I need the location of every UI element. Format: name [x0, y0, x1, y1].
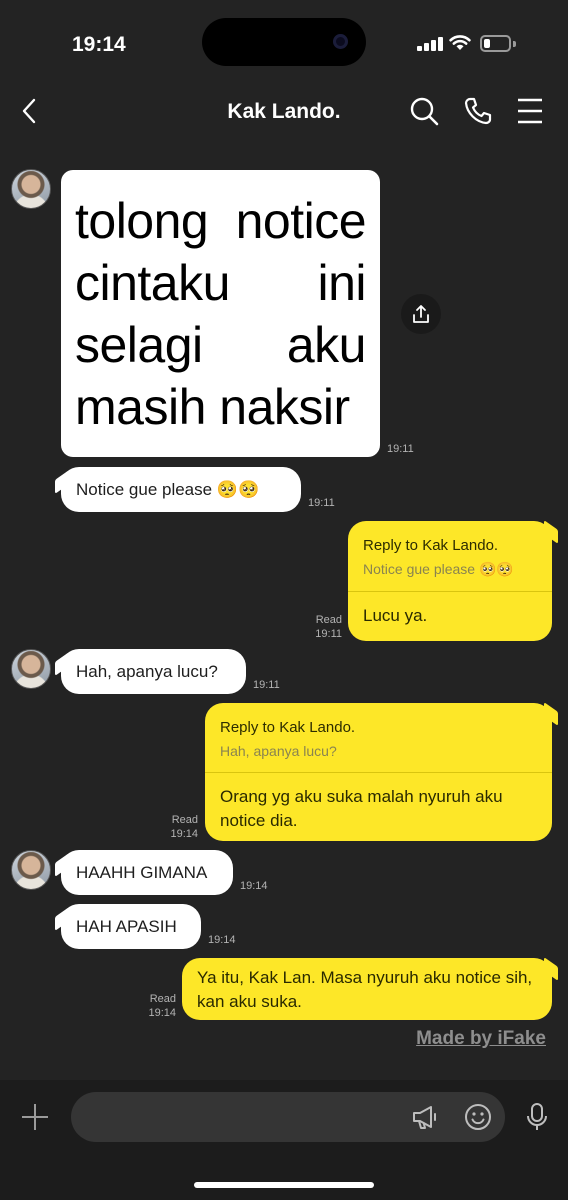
reply-quote: Notice gue please 🥺🥺	[363, 561, 514, 577]
message-time: 19:11	[308, 497, 335, 509]
phone-icon[interactable]	[463, 96, 493, 126]
megaphone-icon[interactable]	[410, 1102, 440, 1132]
message-bubble[interactable]: Ya itu, Kak Lan. Masa nyuruh aku notice …	[182, 958, 552, 1020]
message-time: 19:11	[387, 443, 414, 455]
battery-icon	[480, 35, 511, 52]
reply-message-bubble[interactable]: Reply to Kak Lando. Notice gue please 🥺🥺…	[348, 521, 552, 641]
dynamic-island	[202, 18, 366, 66]
menu-icon[interactable]	[515, 96, 545, 126]
read-label: Read	[315, 614, 342, 626]
reply-preview[interactable]: Reply to Kak Lando. Hah, apanya lucu?	[205, 703, 552, 759]
home-indicator	[194, 1182, 374, 1188]
message-text: Orang yg aku suka malah nyuruh aku notic…	[220, 787, 503, 830]
read-receipt: Read 19:14	[140, 992, 176, 1020]
avatar[interactable]	[11, 649, 51, 689]
avatar[interactable]	[11, 169, 51, 209]
status-time: 19:14	[72, 33, 126, 56]
message-bubble[interactable]: Notice gue please 🥺🥺	[61, 467, 301, 512]
message-bubble[interactable]: HAAHH GIMANA	[61, 850, 233, 895]
reply-to-label: Reply to Kak Lando.	[363, 537, 499, 554]
image-text-line: selagi aku	[75, 317, 367, 373]
plus-icon[interactable]	[20, 1102, 50, 1132]
image-message[interactable]: tolong notice cintaku ini selagi aku mas…	[61, 170, 380, 457]
message-text: Lucu ya.	[363, 606, 428, 625]
image-text-line: tolong notice	[75, 193, 367, 249]
wifi-icon	[449, 35, 471, 50]
message-text: Notice gue please 🥺🥺	[76, 479, 260, 499]
reply-quote: Hah, apanya lucu?	[220, 743, 337, 759]
signal-icon	[417, 37, 443, 51]
microphone-icon[interactable]	[522, 1102, 552, 1132]
message-time: 19:14	[148, 1007, 176, 1019]
message-bubble[interactable]: HAH APASIH	[61, 904, 201, 949]
battery-tip	[513, 41, 516, 47]
reply-to-label: Reply to Kak Lando.	[220, 719, 356, 736]
search-icon[interactable]	[409, 96, 439, 126]
image-text-line: masih naksir	[75, 379, 350, 435]
reply-preview[interactable]: Reply to Kak Lando. Notice gue please 🥺🥺	[348, 521, 552, 578]
message-time: 19:11	[315, 628, 342, 640]
reply-message-bubble[interactable]: Reply to Kak Lando. Hah, apanya lucu? Or…	[205, 703, 552, 841]
watermark-link[interactable]: Made by iFake	[416, 1028, 546, 1050]
message-text: HAAHH GIMANA	[76, 862, 208, 882]
read-receipt: Read 19:14	[162, 813, 198, 841]
message-time: 19:11	[253, 679, 280, 691]
emoji-icon[interactable]	[463, 1102, 493, 1132]
message-text: Hah, apanya lucu?	[76, 661, 218, 681]
read-label: Read	[149, 993, 176, 1005]
message-time: 19:14	[240, 880, 268, 892]
avatar[interactable]	[11, 850, 51, 890]
read-label: Read	[171, 814, 198, 826]
share-button[interactable]	[401, 294, 441, 334]
battery-level	[484, 39, 490, 48]
camera-icon	[333, 34, 348, 49]
message-text: HAH APASIH	[76, 916, 177, 936]
message-text: Ya itu, Kak Lan. Masa nyuruh aku notice …	[197, 968, 533, 1011]
image-text-line: cintaku ini	[75, 255, 367, 311]
read-receipt: Read 19:11	[306, 613, 342, 641]
message-time: 19:14	[170, 828, 198, 840]
message-bubble[interactable]: Hah, apanya lucu?	[61, 649, 246, 694]
message-time: 19:14	[208, 934, 236, 946]
share-icon	[413, 305, 429, 323]
